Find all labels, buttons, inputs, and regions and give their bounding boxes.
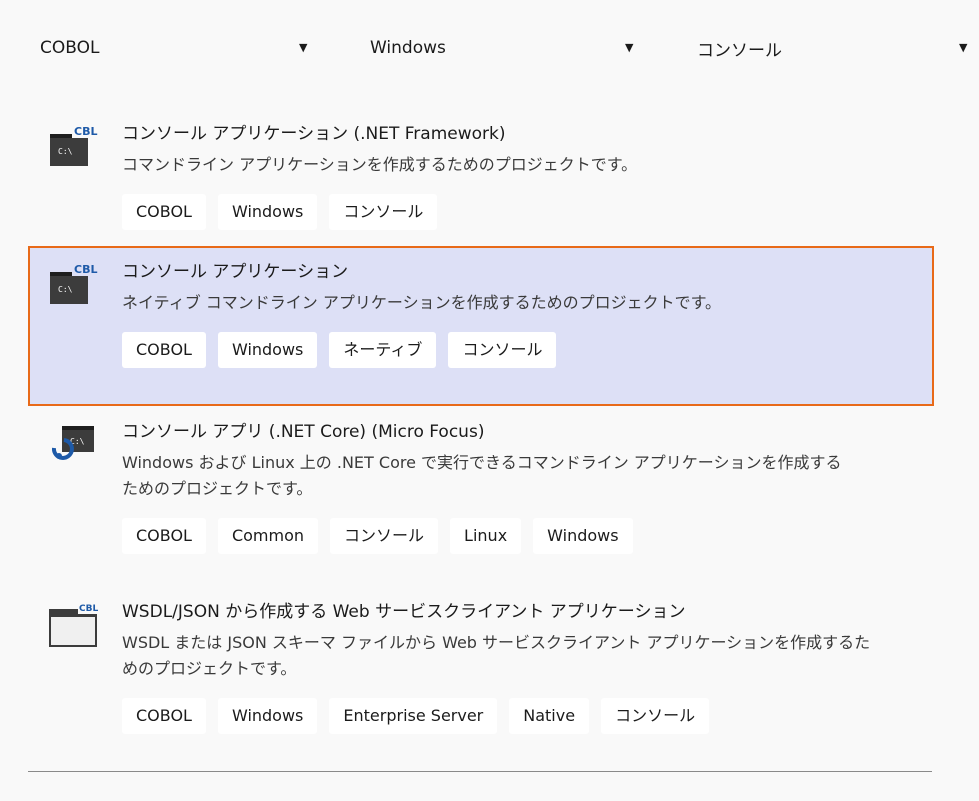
tag-list: COBOL Windows ネーティブ コンソール bbox=[122, 332, 922, 382]
tag: Enterprise Server bbox=[329, 698, 498, 734]
template-description: WSDL または JSON スキーマ ファイルから Web サービスクライアント… bbox=[122, 630, 922, 682]
template-list: C:\ CBL コンソール アプリケーション (.NET Framework) … bbox=[28, 108, 934, 750]
filter-bar: COBOL ▼ Windows ▼ コンソール ▼ bbox=[0, 0, 979, 100]
tag: Windows bbox=[217, 194, 318, 230]
chevron-down-icon: ▼ bbox=[959, 41, 968, 54]
tag: Linux bbox=[450, 518, 522, 554]
project-type-dropdown-value: コンソール bbox=[697, 40, 782, 61]
tag: コンソール bbox=[330, 518, 439, 554]
template-item-web-service-client[interactable]: CBL WSDL/JSON から作成する Web サービスクライアント アプリケ… bbox=[28, 586, 934, 750]
template-item-console-native[interactable]: C:\ CBL コンソール アプリケーション ネイティブ コマンドライン アプリ… bbox=[28, 246, 934, 406]
tag: COBOL bbox=[122, 698, 206, 734]
platform-dropdown-value: Windows bbox=[370, 38, 446, 58]
tag-list: COBOL Windows コンソール bbox=[122, 194, 922, 244]
svg-text:C:\: C:\ bbox=[58, 147, 73, 156]
cbl-console-icon: C:\ CBL bbox=[50, 124, 102, 166]
template-item-console-netcore[interactable]: C:\ コンソール アプリ (.NET Core) (Micro Focus) … bbox=[28, 406, 934, 586]
tag-list: COBOL Common コンソール Linux Windows bbox=[122, 518, 922, 568]
template-item-console-netframework[interactable]: C:\ CBL コンソール アプリケーション (.NET Framework) … bbox=[28, 108, 934, 242]
template-title: コンソール アプリ (.NET Core) (Micro Focus) bbox=[122, 422, 485, 442]
netcore-console-icon: C:\ bbox=[51, 426, 94, 460]
tag-list: COBOL Windows Enterprise Server Native コ… bbox=[122, 698, 922, 748]
language-dropdown[interactable]: COBOL ▼ bbox=[40, 28, 320, 68]
tag: Windows bbox=[217, 698, 318, 734]
template-description: ネイティブ コマンドライン アプリケーションを作成するためのプロジェクトです。 bbox=[122, 293, 721, 312]
chevron-down-icon: ▼ bbox=[625, 41, 634, 54]
cbl-console-icon: C:\ CBL bbox=[50, 262, 102, 304]
template-description-line: WSDL または JSON スキーマ ファイルから Web サービスクライアント… bbox=[122, 633, 871, 652]
template-description: Windows および Linux 上の .NET Core で実行できるコマン… bbox=[122, 450, 922, 502]
tag: COBOL bbox=[122, 518, 206, 554]
platform-dropdown[interactable]: Windows ▼ bbox=[370, 28, 650, 68]
tag: Native bbox=[509, 698, 590, 734]
tag: Windows bbox=[217, 332, 318, 368]
template-description-line: ためのプロジェクトです。 bbox=[122, 479, 313, 498]
svg-text:CBL: CBL bbox=[74, 125, 97, 138]
template-description: コマンドライン アプリケーションを作成するためのプロジェクトです。 bbox=[122, 155, 638, 174]
template-title: WSDL/JSON から作成する Web サービスクライアント アプリケーション bbox=[122, 602, 686, 622]
tag: COBOL bbox=[122, 332, 206, 368]
svg-text:CBL: CBL bbox=[74, 263, 97, 276]
tag: コンソール bbox=[601, 698, 710, 734]
language-dropdown-value: COBOL bbox=[40, 38, 100, 58]
tag: COBOL bbox=[122, 194, 206, 230]
template-description-line: Windows および Linux 上の .NET Core で実行できるコマン… bbox=[122, 453, 842, 472]
template-title: コンソール アプリケーション bbox=[122, 262, 349, 282]
template-title: コンソール アプリケーション (.NET Framework) bbox=[122, 124, 506, 144]
tag: ネーティブ bbox=[329, 332, 437, 368]
project-type-dropdown[interactable]: コンソール ▼ bbox=[697, 28, 979, 68]
list-divider bbox=[28, 771, 932, 772]
svg-text:CBL: CBL bbox=[79, 604, 98, 614]
tag: コンソール bbox=[448, 332, 557, 368]
template-description-line: めのプロジェクトです。 bbox=[122, 659, 297, 678]
tag: Common bbox=[217, 518, 319, 554]
chevron-down-icon: ▼ bbox=[299, 41, 308, 54]
tag: Windows bbox=[533, 518, 633, 554]
svg-text:C:\: C:\ bbox=[58, 285, 73, 294]
tag: コンソール bbox=[329, 194, 438, 230]
cbl-window-icon: CBL bbox=[49, 602, 102, 647]
